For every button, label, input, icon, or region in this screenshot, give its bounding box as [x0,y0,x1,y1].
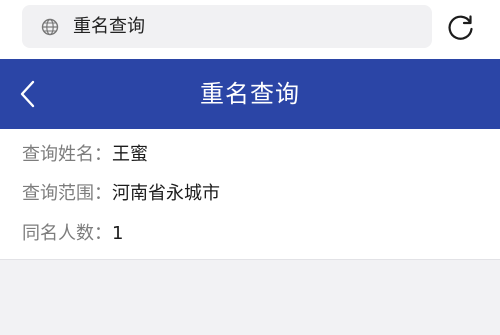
address-bar-text: 重名查询 [73,16,145,37]
query-scope-label: 查询范围： [22,183,112,204]
result-panel: 查询姓名：王蜜 查询范围：河南省永城市 同名人数：1 [0,129,500,260]
reload-icon[interactable] [446,12,476,42]
query-name-value: 王蜜 [112,144,148,165]
same-name-count-value: 1 [112,223,124,244]
browser-bar: 重名查询 [0,0,500,59]
query-scope-value: 河南省永城市 [112,183,220,204]
same-name-count-row: 同名人数：1 [22,221,123,247]
query-name-row: 查询姓名：王蜜 [22,142,148,168]
page-title: 重名查询 [200,80,300,108]
chevron-left-icon[interactable] [14,79,44,109]
globe-icon [41,18,59,36]
same-name-count-label: 同名人数： [22,223,112,244]
app-header: 重名查询 [0,59,500,129]
query-scope-row: 查询范围：河南省永城市 [22,181,220,207]
address-bar[interactable]: 重名查询 [22,5,432,48]
query-name-label: 查询姓名： [22,144,112,165]
